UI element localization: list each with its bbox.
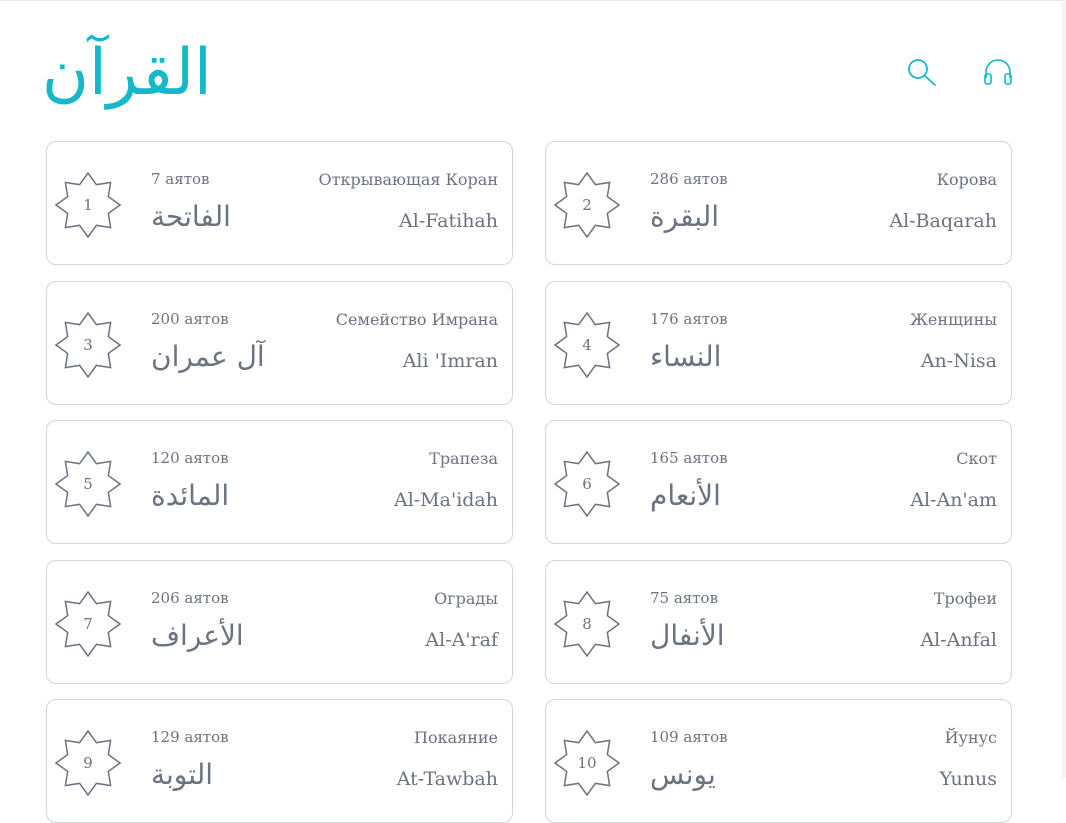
surah-name-en: Al-Fatihah (399, 210, 498, 232)
scrollbar-track[interactable] (1062, 0, 1066, 778)
app-logo[interactable]: القرآن (42, 28, 212, 118)
surah-number-star-icon: 5 (55, 451, 121, 517)
surah-name-en: Al-Anfal (920, 628, 997, 651)
surah-name-en: An-Nisa (920, 349, 997, 372)
surah-name-ru: Открывающая Коран (318, 170, 498, 189)
surah-name-ar: الأنعام (650, 479, 721, 512)
search-icon[interactable] (905, 56, 937, 88)
surah-name-ru: Корова (936, 170, 997, 189)
surah-name-en: Al-An'am (910, 489, 997, 511)
headphones-icon[interactable] (982, 56, 1014, 88)
surah-number-star-icon: 6 (554, 451, 620, 517)
surah-number: 6 (582, 475, 592, 493)
surah-name-en: Al-A'raf (425, 628, 498, 651)
surah-card[interactable]: 3 200 аятов Семейство Имрана آل عمران Ali 'I… (46, 280, 513, 405)
surah-card[interactable]: 6 165 аятов Скот الأنعام Al-An'am (545, 420, 1012, 544)
surah-number: 4 (582, 336, 592, 354)
surah-name-ar: يونس (650, 758, 716, 791)
ayah-count: 120 аятов (151, 449, 229, 467)
surah-number-star-icon: 3 (55, 311, 121, 378)
surah-name-ru: Скот (956, 449, 997, 468)
ayah-count: 7 аятов (151, 170, 210, 188)
surah-number-star-icon: 9 (55, 730, 121, 796)
surah-name-en: Al-Ma'idah (393, 489, 498, 511)
surah-name-ar: الأنفال (650, 618, 725, 652)
surah-card[interactable]: 5 120 аятов Трапеза المائدة Al-Ma'idah (46, 420, 513, 544)
surah-number: 10 (577, 754, 596, 772)
surah-name-ar: التوبة (151, 758, 214, 791)
ayah-count: 109 аятов (650, 728, 728, 746)
ayah-count: 165 аятов (650, 449, 728, 467)
surah-name-ru: Трапеза (429, 449, 498, 468)
surah-name-ru: Покаяние (413, 728, 498, 747)
ayah-count: 200 аятов (151, 309, 229, 328)
surah-number: 7 (83, 615, 93, 633)
surah-name-en: Yunus (939, 768, 997, 790)
surah-name-ru: Женщины (909, 309, 997, 329)
ayah-count: 75 аятов (650, 588, 719, 607)
surah-name-ar: البقرة (650, 200, 720, 233)
surah-name-ar: الأعراف (151, 618, 244, 652)
surah-number: 2 (582, 196, 592, 214)
surah-name-en: At-Tawbah (396, 768, 498, 790)
ayah-count: 129 аятов (151, 728, 229, 746)
surah-number-star-icon: 7 (55, 590, 121, 657)
surah-name-ru: Трофеи (933, 588, 997, 608)
surah-name-en: Ali 'Imran (402, 349, 498, 372)
top-border (0, 0, 1066, 1)
surah-name-ar: الفاتحة (151, 200, 231, 233)
ayah-count: 286 аятов (650, 170, 728, 188)
surah-number: 1 (83, 196, 93, 214)
ayah-count: 206 аятов (151, 588, 229, 607)
surah-card[interactable]: 4 176 аятов Женщины النساء An-Nisa (545, 280, 1012, 405)
surah-number-star-icon: 8 (554, 590, 620, 657)
surah-number-star-icon: 2 (554, 172, 620, 238)
surah-card[interactable]: 7 206 аятов Ограды الأعراف Al-A'raf (46, 559, 513, 684)
surah-name-ru: Ограды (434, 588, 498, 608)
surah-number-star-icon: 4 (554, 311, 620, 378)
surah-name-en: Al-Baqarah (889, 210, 997, 232)
surah-number: 5 (83, 475, 93, 493)
surah-card[interactable]: 2 286 аятов Корова البقرة Al-Baqarah (545, 141, 1012, 265)
surah-number: 3 (83, 336, 93, 354)
surah-card[interactable]: 9 129 аятов Покаяние التوبة At-Tawbah (46, 699, 513, 823)
surah-name-ru: Семейство Имрана (335, 309, 498, 329)
surah-name-ar: المائدة (151, 479, 230, 512)
surah-card[interactable]: 10 109 аятов Йунус يونس Yunus (545, 699, 1012, 823)
surah-name-ru: Йунус (944, 728, 997, 747)
surah-name-ar: النساء (650, 339, 722, 373)
surah-card[interactable]: 1 7 аятов Открывающая Коран الفاتحة Al-Fatih… (46, 141, 513, 265)
ayah-count: 176 аятов (650, 309, 728, 328)
surah-number-star-icon: 10 (554, 730, 620, 796)
surah-number: 9 (83, 754, 93, 772)
surah-number-star-icon: 1 (55, 172, 121, 238)
surah-number: 8 (582, 615, 592, 633)
surah-name-ar: آل عمران (151, 339, 265, 373)
surah-card[interactable]: 8 75 аятов Трофеи الأنفال Al-Anfal (545, 559, 1012, 684)
